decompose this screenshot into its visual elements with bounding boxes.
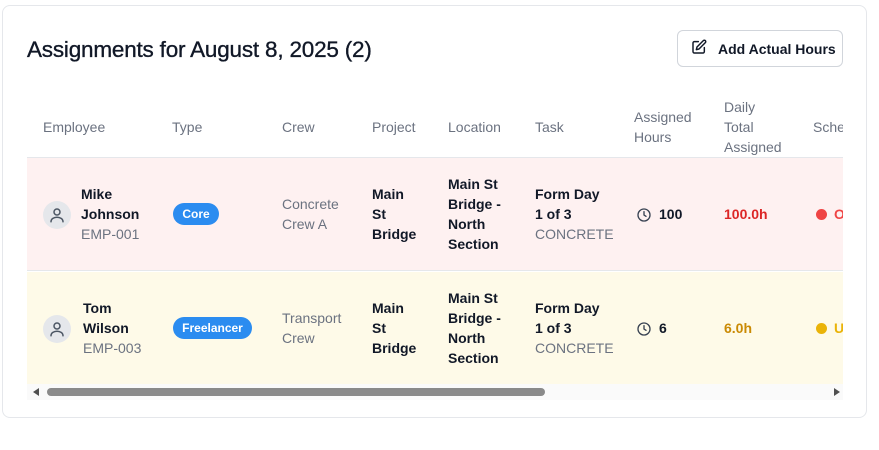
assignments-table: Employee Type Crew Project Location Task… [27,94,843,400]
user-icon [43,315,71,343]
location-name: Main St Bridge - North Section [448,290,501,366]
employee-id: EMP-003 [83,340,142,356]
employee-name: Tom Wilson [83,300,129,336]
scrollbar-thumb[interactable] [47,388,545,396]
col-daily-total-assigned[interactable]: Daily Total Assigned [724,97,782,157]
col-project[interactable]: Project [372,117,416,137]
crew-name: Transport Crew [282,310,342,346]
status-dot [816,209,827,220]
crew-name: Concrete Crew A [282,196,339,232]
col-location[interactable]: Location [448,117,501,137]
edit-square-icon [691,39,707,58]
clock-icon [637,208,651,222]
status-dot [816,323,827,334]
table-row[interactable]: Mike Johnson EMP-001 Core Concrete Crew … [27,158,843,271]
col-schedule[interactable]: Sche [813,117,843,137]
task-name: Form Day 1 of 3 [535,300,600,336]
table-row[interactable]: Tom Wilson EMP-003 Freelancer Transport … [27,272,843,385]
scroll-left-arrow-icon[interactable] [33,388,39,396]
status-text: O [834,206,843,222]
project-name: Main St Bridge [372,300,417,356]
clock-icon [637,322,651,336]
status-text: U [834,320,843,336]
col-task[interactable]: Task [535,117,564,137]
assigned-hours-value: 6 [659,320,667,336]
type-badge: Freelancer [173,317,252,339]
page-title: Assignments for August 8, 2025 (2) [27,37,372,62]
type-badge: Core [173,203,219,225]
col-type[interactable]: Type [172,117,202,137]
horizontal-scrollbar[interactable] [27,384,843,400]
scroll-right-arrow-icon[interactable] [834,388,840,396]
daily-total-value: 100.0h [724,206,768,222]
user-icon [43,201,71,229]
add-actual-hours-button[interactable]: Add Actual Hours [677,30,843,67]
table-header: Employee Type Crew Project Location Task… [27,94,843,158]
project-name: Main St Bridge [372,186,417,242]
assigned-hours-value: 100 [659,206,683,222]
task-name: Form Day 1 of 3 [535,186,600,222]
assignments-card: Assignments for August 8, 2025 (2) Add A… [2,5,867,418]
task-type: CONCRETE [535,340,614,356]
location-name: Main St Bridge - North Section [448,176,501,252]
add-actual-hours-label: Add Actual Hours [718,40,836,57]
task-type: CONCRETE [535,226,614,242]
employee-name: Mike Johnson [81,186,140,222]
col-assigned-hours[interactable]: Assigned Hours [634,107,692,147]
col-employee[interactable]: Employee [43,117,105,137]
daily-total-value: 6.0h [724,320,753,336]
employee-id: EMP-001 [81,226,140,242]
col-crew[interactable]: Crew [282,117,315,137]
